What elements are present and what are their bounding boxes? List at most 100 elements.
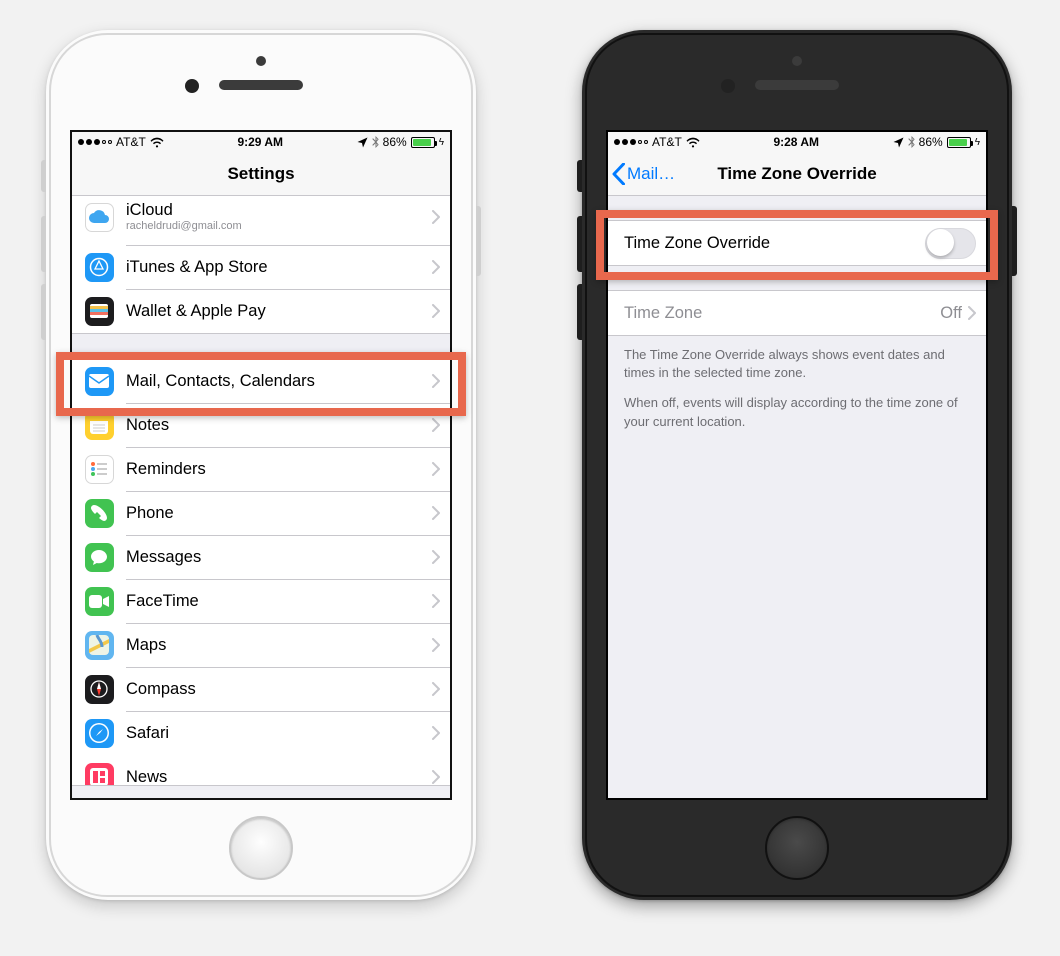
power-button: [1012, 206, 1017, 276]
settings-list[interactable]: iCloudracheldrudi@gmail.com iTunes & App …: [72, 196, 450, 798]
icloud-icon: [85, 203, 114, 232]
phone-forehead: [46, 30, 476, 125]
settings-row-compass[interactable]: Compass: [72, 667, 450, 711]
earpiece-speaker: [219, 80, 303, 90]
row-label: Mail, Contacts, Calendars: [126, 372, 432, 391]
battery-icon: [947, 137, 971, 148]
chevron-right-icon: [432, 418, 440, 432]
mute-switch: [577, 160, 582, 192]
chevron-right-icon: [432, 506, 440, 520]
row-label: Maps: [126, 636, 432, 655]
toggle-switch[interactable]: [925, 228, 976, 259]
status-time: 9:29 AM: [237, 135, 283, 149]
wallet-icon: [85, 297, 114, 326]
notes-icon: [85, 411, 114, 440]
row-label: Safari: [126, 724, 432, 743]
row-label: News: [126, 768, 432, 785]
footer-text-1: The Time Zone Override always shows even…: [608, 336, 986, 392]
settings-row-messages[interactable]: Messages: [72, 535, 450, 579]
settings-group: iCloudracheldrudi@gmail.com iTunes & App …: [72, 196, 450, 334]
nav-title: Time Zone Override: [717, 164, 876, 184]
row-label: Messages: [126, 548, 432, 567]
charging-icon: ϟ: [975, 137, 980, 148]
tz-value: Off: [940, 304, 962, 323]
nav-title: Settings: [227, 164, 294, 184]
compass-icon: [85, 675, 114, 704]
itunes-icon: [85, 253, 114, 282]
row-time-zone[interactable]: Time Zone Off: [608, 291, 986, 335]
screen-settings: AT&T 9:29 AM 86% ϟ: [70, 130, 452, 800]
phone-white: AT&T 9:29 AM 86% ϟ: [46, 30, 476, 900]
settings-row-facetime[interactable]: FaceTime: [72, 579, 450, 623]
screen-timezone: AT&T 9:28 AM 86% ϟ: [606, 130, 988, 800]
earpiece-speaker: [755, 80, 839, 90]
chevron-right-icon: [432, 638, 440, 652]
chevron-right-icon: [432, 594, 440, 608]
chevron-right-icon: [432, 550, 440, 564]
front-camera: [721, 79, 735, 93]
volume-down-button: [41, 284, 46, 340]
chevron-right-icon: [968, 306, 976, 320]
charging-icon: ϟ: [439, 137, 444, 148]
bluetooth-icon: [908, 136, 915, 148]
wifi-icon: [686, 137, 700, 148]
signal-strength-icon: [614, 139, 648, 145]
chevron-right-icon: [432, 374, 440, 388]
news-icon: [85, 763, 114, 786]
row-label: Compass: [126, 680, 432, 699]
status-bar: AT&T 9:28 AM 86% ϟ: [608, 132, 986, 152]
row-label: FaceTime: [126, 592, 432, 611]
volume-down-button: [577, 284, 582, 340]
home-button[interactable]: [765, 816, 829, 880]
tz-label: Time Zone: [624, 304, 940, 323]
battery-icon: [411, 137, 435, 148]
row-sublabel: racheldrudi@gmail.com: [126, 220, 432, 233]
location-icon: [893, 137, 904, 148]
power-button: [476, 206, 481, 276]
row-label: Phone: [126, 504, 432, 523]
settings-row-maps[interactable]: Maps: [72, 623, 450, 667]
chevron-right-icon: [432, 260, 440, 274]
tz-list: Time Zone Override Time Zone Off The Tim…: [608, 196, 986, 798]
proximity-sensor: [792, 56, 802, 66]
settings-row-itunes[interactable]: iTunes & App Store: [72, 245, 450, 289]
battery-pct: 86%: [919, 135, 943, 149]
location-icon: [357, 137, 368, 148]
row-label: iCloudracheldrudi@gmail.com: [126, 201, 432, 233]
settings-row-news[interactable]: News: [72, 755, 450, 785]
settings-group: Mail, Contacts, Calendars Notes Reminders P…: [72, 358, 450, 786]
settings-row-reminders[interactable]: Reminders: [72, 447, 450, 491]
row-tz-override-toggle[interactable]: Time Zone Override: [608, 221, 986, 265]
back-button[interactable]: Mail…: [612, 152, 675, 195]
maps-icon: [85, 631, 114, 660]
nav-bar-tz: Mail… Time Zone Override: [608, 152, 986, 196]
phone-forehead: [582, 30, 1012, 125]
carrier-label: AT&T: [652, 135, 682, 149]
chevron-right-icon: [432, 210, 440, 224]
carrier-label: AT&T: [116, 135, 146, 149]
row-label: Wallet & Apple Pay: [126, 302, 432, 321]
row-label: iTunes & App Store: [126, 258, 432, 277]
wifi-icon: [150, 137, 164, 148]
settings-row-safari[interactable]: Safari: [72, 711, 450, 755]
mail-icon: [85, 367, 114, 396]
settings-row-mail[interactable]: Mail, Contacts, Calendars: [72, 359, 450, 403]
phone-icon: [85, 499, 114, 528]
messages-icon: [85, 543, 114, 572]
safari-icon: [85, 719, 114, 748]
nav-bar-settings: Settings: [72, 152, 450, 196]
chevron-right-icon: [432, 770, 440, 784]
settings-row-wallet[interactable]: Wallet & Apple Pay: [72, 289, 450, 333]
chevron-right-icon: [432, 304, 440, 318]
settings-row-phone[interactable]: Phone: [72, 491, 450, 535]
row-label: Notes: [126, 416, 432, 435]
settings-row-icloud[interactable]: iCloudracheldrudi@gmail.com: [72, 196, 450, 245]
bluetooth-icon: [372, 136, 379, 148]
phone-black: AT&T 9:28 AM 86% ϟ: [582, 30, 1012, 900]
settings-row-notes[interactable]: Notes: [72, 403, 450, 447]
chevron-right-icon: [432, 726, 440, 740]
battery-pct: 86%: [383, 135, 407, 149]
front-camera: [185, 79, 199, 93]
home-button[interactable]: [229, 816, 293, 880]
facetime-icon: [85, 587, 114, 616]
